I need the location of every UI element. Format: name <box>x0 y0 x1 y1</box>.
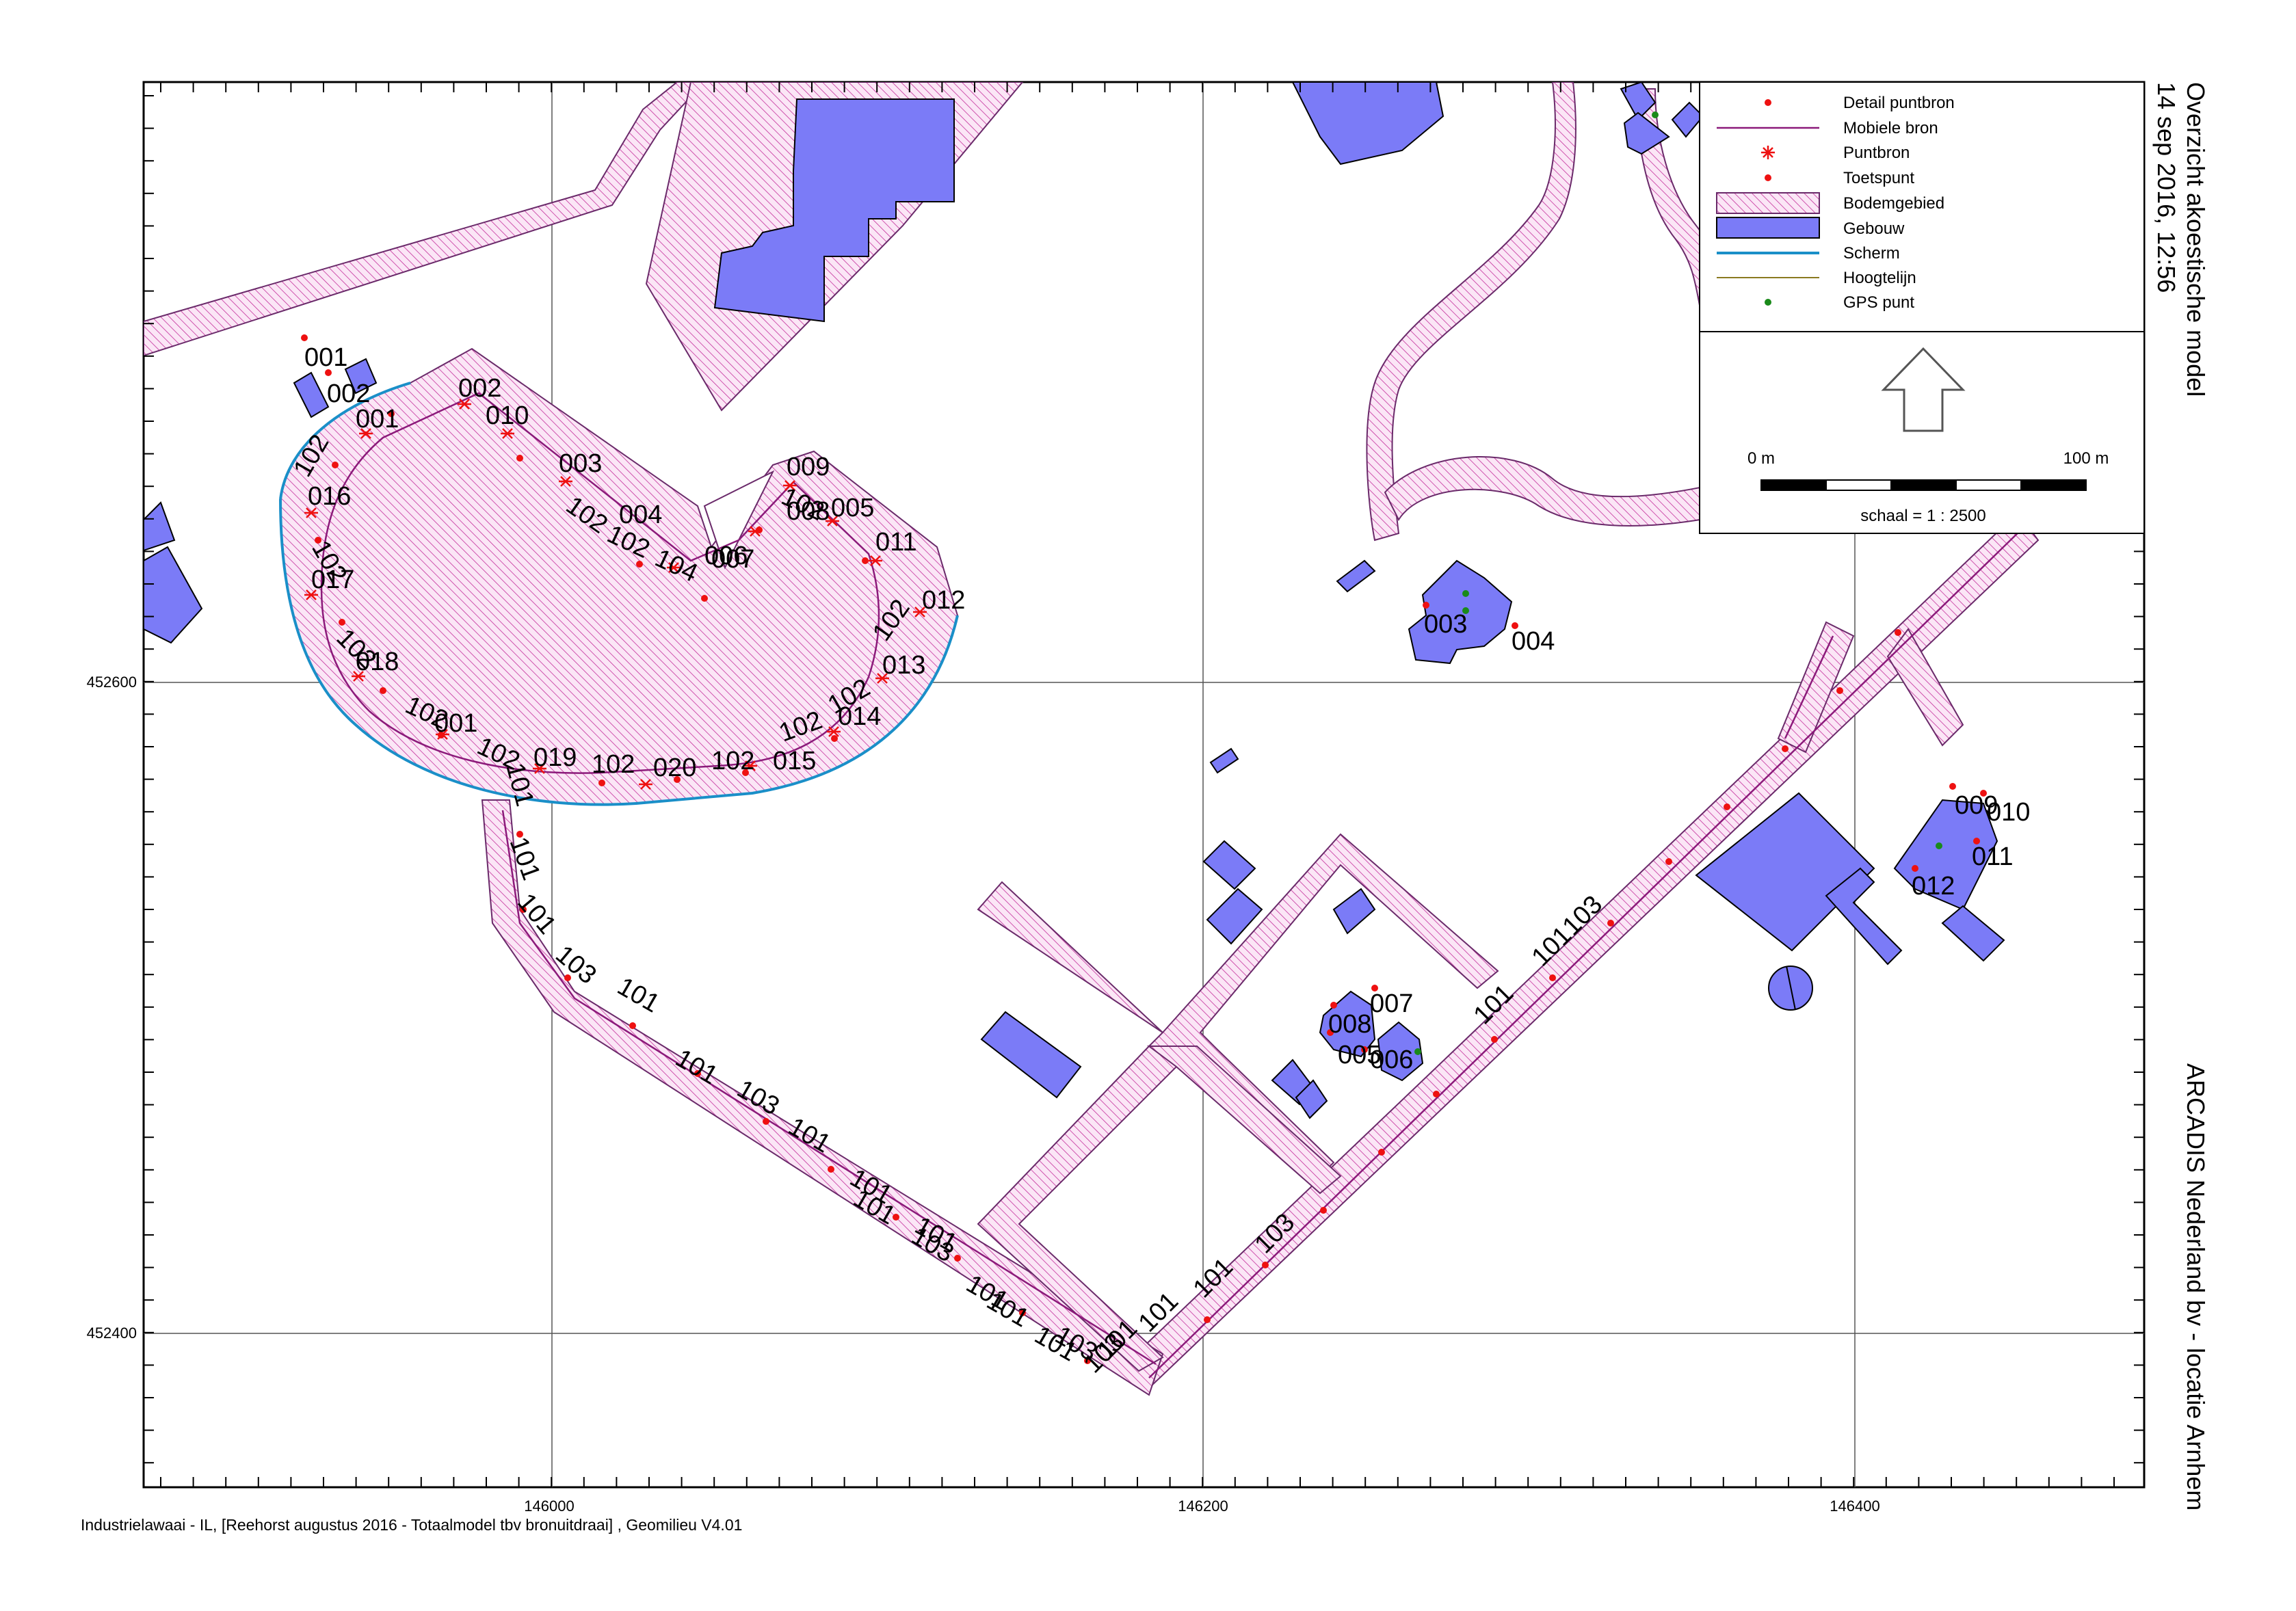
legend-label-toetspunt: Toetspunt <box>1843 169 1914 187</box>
label-012: 012 <box>1912 872 1955 901</box>
ring-label: 019 <box>533 743 577 772</box>
legend-label-mobiele-bron: Mobiele bron <box>1843 119 1938 137</box>
ring-label: 012 <box>922 586 965 615</box>
legend-dot-detail <box>1765 99 1771 106</box>
map-timestamp: 14 sep 2016, 12:56 <box>2152 82 2180 293</box>
legend-label-bodemgebied: Bodemgebied <box>1843 194 1944 213</box>
legend-label-puntbron: Puntbron <box>1843 144 1910 162</box>
scale-bar <box>1760 479 2087 491</box>
ring-label: 102 <box>711 747 754 775</box>
label-001-left: 001 <box>304 343 347 372</box>
label-006: 006 <box>1370 1046 1413 1074</box>
legend-label-detail-puntbron: Detail puntbron <box>1843 94 1955 112</box>
ring-label: 003 <box>559 449 602 478</box>
ring-label: 008 <box>787 497 830 526</box>
ring-label: 015 <box>773 747 816 775</box>
label-004: 004 <box>1512 627 1555 656</box>
label-002-left: 002 <box>327 380 370 408</box>
ring-label: 002 <box>458 374 501 403</box>
legend-dot-gps <box>1765 299 1771 306</box>
y-tick-452600: 452600 <box>87 674 137 691</box>
ring-label: 005 <box>831 494 874 522</box>
ring-label: 011 <box>875 528 917 557</box>
legend-label-gebouw: Gebouw <box>1843 219 1905 238</box>
label-007: 007 <box>1370 989 1413 1018</box>
legend-fill-gebouw <box>1716 217 1820 239</box>
company-name: ARCADIS Nederland bv - locatie Arnhem <box>2182 1063 2210 1510</box>
ring-label: 014 <box>838 702 881 731</box>
legend-label-scherm: Scherm <box>1843 244 1900 263</box>
ring-label: 020 <box>653 754 696 782</box>
x-tick-146200: 146200 <box>1178 1497 1228 1515</box>
y-tick-452400: 452400 <box>87 1324 137 1342</box>
ring-label: 007 <box>711 545 754 574</box>
label-001-left-b: 001 <box>356 405 399 434</box>
ring-label: 102 <box>592 750 635 779</box>
ring-label: 010 <box>486 401 529 430</box>
legend-hatch-bodemgebied <box>1716 192 1820 214</box>
label-010: 010 <box>1987 798 2030 827</box>
map-title: Overzicht akoestische model <box>2182 82 2210 397</box>
ring-label: 009 <box>787 453 830 481</box>
label-003: 003 <box>1424 610 1467 639</box>
scale-end-label: 100 m <box>2063 449 2109 468</box>
map-sheet: 001 002 001 003 004 007 008 005 006 009 … <box>81 81 2210 1534</box>
scale-ratio-label: schaal = 1 : 2500 <box>1860 507 1985 525</box>
legend-asterisk-puntbron <box>1761 146 1775 159</box>
legend-label-gps-punt: GPS punt <box>1843 293 1914 312</box>
label-011: 011 <box>1972 842 2014 871</box>
scale-start-label: 0 m <box>1747 449 1775 468</box>
ring-label: 016 <box>308 482 351 511</box>
legend-dot-toetspunt <box>1765 174 1771 181</box>
x-tick-146000: 146000 <box>524 1497 574 1515</box>
legend-label-hoogtelijn: Hoogtelijn <box>1843 269 1916 287</box>
label-008: 008 <box>1328 1010 1371 1039</box>
ring-label: 013 <box>882 651 925 680</box>
legend-panel: Detail puntbron Mobiele bron Puntbron To… <box>1699 81 2145 534</box>
x-tick-146400: 146400 <box>1830 1497 1879 1515</box>
footer-text: Industrielawaai - IL, [Reehorst augustus… <box>81 1516 742 1534</box>
